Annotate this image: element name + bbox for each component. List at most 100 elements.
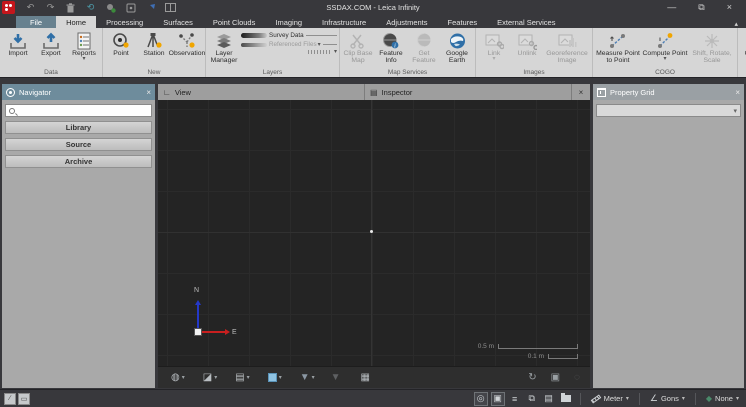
collapse-ribbon-icon[interactable]: ▴ (734, 20, 738, 28)
refresh-view-button[interactable]: ↻ (528, 372, 536, 383)
layer-options-dropdown[interactable] (334, 50, 337, 54)
filter-disabled-icon: ▼ (331, 373, 341, 383)
app-logo-icon[interactable] (2, 1, 15, 14)
group-label-cogo: COGO (595, 68, 735, 77)
property-grid-selector[interactable]: ▾ (596, 104, 741, 117)
archive-icon[interactable] (125, 2, 136, 13)
restore-button[interactable]: ⧉ (698, 3, 704, 12)
navigator-icon (6, 88, 15, 97)
new-station-button[interactable]: Station (138, 29, 170, 57)
group-label-new: New (105, 68, 203, 77)
toggle-navigator-button[interactable]: ◎ (474, 392, 488, 406)
status-bar: ∕ ▭ ◎ ▣ ≡ ⧉ ▤ Meter ▾ ∠ Gons ▾ ◆ (0, 389, 746, 407)
ribbon-group-layers: Layer Manager Survey Data Referenced Fil… (206, 28, 340, 77)
zoom-extents-button[interactable]: ▣ (551, 372, 560, 383)
grid-icon: ▦ (361, 373, 370, 383)
tab-file[interactable]: File (16, 16, 56, 28)
redo-icon[interactable]: ↷ (45, 2, 56, 13)
group-label-map-services: Map Services (342, 68, 473, 77)
north-arrow (197, 302, 199, 328)
toggle-inspector-button[interactable]: ▣ (491, 392, 505, 406)
tab-adjustments[interactable]: Adjustments (376, 16, 437, 28)
layers-visibility-button[interactable]: ▤▾ (232, 372, 252, 384)
navigator-source-button[interactable]: Source (5, 138, 152, 151)
layer-row-referenced-files[interactable]: Referenced Files (241, 41, 337, 48)
tab-external-services[interactable]: External Services (487, 16, 565, 28)
close-button[interactable]: × (727, 3, 732, 12)
layout-split-icon[interactable] (165, 2, 176, 13)
new-point-button[interactable]: Point (105, 29, 137, 57)
station-icon (145, 31, 163, 50)
toggle-reports-button[interactable]: ▤ (542, 392, 556, 406)
minimize-button[interactable]: — (667, 3, 676, 12)
clip-base-map-button: Clip Base Map (342, 29, 374, 64)
distance-unit-dropdown[interactable]: Meter ▾ (588, 393, 632, 404)
undo-icon[interactable]: ↶ (25, 2, 36, 13)
toggle-layers-button[interactable]: ⧉ (525, 392, 539, 406)
graphics-canvas[interactable]: N E 0.5 m 0.1 m (158, 100, 590, 366)
sync-icon[interactable]: ⟲ (85, 2, 96, 13)
angle-unit-dropdown[interactable]: ∠ Gons ▾ (647, 392, 688, 405)
tab-view[interactable]: ∟ View (158, 84, 365, 100)
navigator-archive-button[interactable]: Archive (5, 155, 152, 168)
tab-point-clouds[interactable]: Point Clouds (203, 16, 266, 28)
navigator-header[interactable]: Navigator × (2, 84, 155, 100)
measure-point-to-point-button[interactable]: Measure Point to Point (595, 29, 641, 64)
layer-row-survey-data[interactable]: Survey Data (241, 32, 337, 39)
navigator-search-input[interactable] (5, 104, 152, 117)
filter-button[interactable]: ▼▾ (297, 372, 318, 384)
instrument-import-icon[interactable] (105, 2, 116, 13)
google-earth-button[interactable]: Google Earth (441, 29, 473, 64)
filter-secondary-button: ▼ (328, 372, 344, 384)
export-button[interactable]: Export (35, 29, 67, 57)
view-pin-icon[interactable]: × (572, 84, 590, 100)
navigator-library-button[interactable]: Library (5, 121, 152, 134)
status-sketch-icon[interactable]: ∕ (4, 393, 16, 405)
view-panel: ∟ View ▤ Inspector × N E (158, 84, 590, 388)
tab-surfaces[interactable]: Surfaces (153, 16, 203, 28)
ribbon: Import Export Reports Data Point (0, 28, 746, 78)
workspace: Navigator × Library Source Archive ∟ Vie… (0, 79, 746, 389)
property-grid-panel: Property Grid × ▾ (593, 84, 744, 388)
layer-manager-button[interactable]: Layer Manager (208, 29, 240, 64)
background-map-button[interactable]: ◍▾ (168, 372, 188, 384)
layer-scale-ticks (308, 50, 332, 54)
property-grid-pin-icon[interactable]: × (735, 88, 740, 97)
ribbon-group-coordinates: Coordinates (738, 28, 746, 77)
tab-features[interactable]: Features (438, 16, 488, 28)
tab-home[interactable]: Home (56, 16, 96, 28)
eraser-icon: ◪ (203, 373, 212, 383)
observation-icon (178, 31, 196, 50)
previous-view-button: ◌ (574, 372, 580, 383)
toggle-properties-button[interactable]: ≡ (508, 392, 522, 406)
group-label-layers: Layers (208, 68, 337, 77)
pin-view-icon[interactable] (145, 2, 156, 13)
tab-processing[interactable]: Processing (96, 16, 153, 28)
navigator-pin-icon[interactable]: × (146, 88, 151, 97)
tab-imaging[interactable]: Imaging (265, 16, 312, 28)
select-tool-button[interactable]: ◪▾ (200, 372, 220, 384)
property-grid-title: Property Grid (610, 88, 655, 97)
scale-bars: 0.5 m 0.1 m (478, 340, 578, 360)
view-mode-button[interactable]: ▾ (265, 372, 285, 383)
reports-button[interactable]: Reports (68, 29, 100, 61)
compute-point-button[interactable]: Compute Point (642, 29, 688, 61)
delete-icon[interactable] (65, 2, 76, 13)
layer-options-row[interactable] (241, 50, 337, 54)
grid-toggle-button[interactable]: ▦ (358, 372, 373, 384)
coordinate-system-dropdown[interactable]: ◆ None ▾ (703, 393, 742, 404)
import-button[interactable]: Import (2, 29, 34, 57)
new-observation-button[interactable]: Observation (171, 29, 203, 57)
inspector-icon: ▤ (370, 88, 378, 97)
feature-info-button[interactable]: i Feature Info (375, 29, 407, 64)
property-grid-header[interactable]: Property Grid × (593, 84, 744, 100)
east-arrow (202, 331, 228, 333)
status-notes-icon[interactable]: ▭ (18, 393, 30, 405)
tab-infrastructure[interactable]: Infrastructure (312, 16, 376, 28)
navigator-title: Navigator (19, 88, 51, 97)
property-grid-icon (597, 88, 606, 97)
chevron-down-icon: ▾ (626, 395, 629, 402)
open-folder-button[interactable] (559, 392, 573, 406)
coordinates-button[interactable]: Coordinates (740, 29, 746, 61)
tab-inspector[interactable]: ▤ Inspector (365, 84, 572, 100)
